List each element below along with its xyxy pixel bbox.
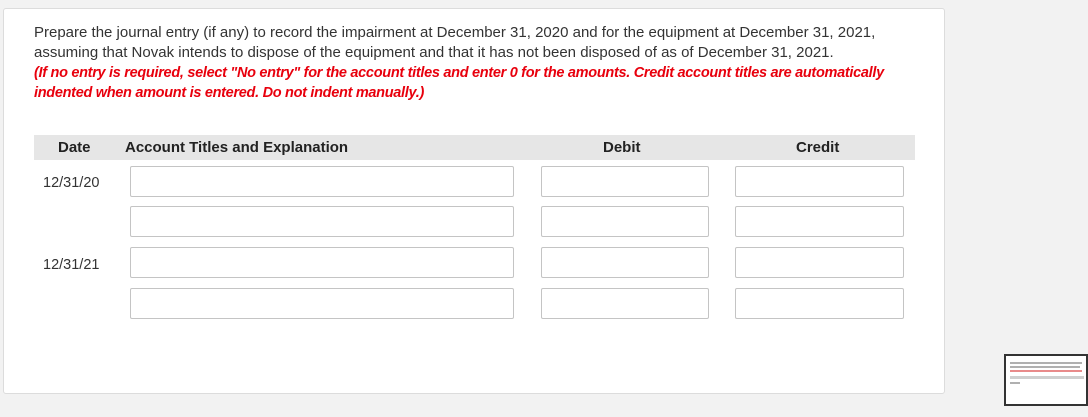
thumbnail-line bbox=[1010, 366, 1080, 368]
journal-table-header: Date Account Titles and Explanation Debi… bbox=[34, 135, 915, 160]
debit-amount-input[interactable] bbox=[541, 166, 709, 197]
credit-amount-input[interactable] bbox=[735, 288, 904, 319]
row-date-label: 12/31/21 bbox=[43, 257, 100, 273]
question-card: Prepare the journal entry (if any) to re… bbox=[3, 8, 945, 394]
instructions-note: (If no entry is required, select "No ent… bbox=[34, 65, 884, 101]
debit-amount-input[interactable] bbox=[541, 247, 709, 278]
credit-amount-input[interactable] bbox=[735, 206, 904, 237]
credit-amount-input[interactable] bbox=[735, 166, 904, 197]
header-credit: Credit bbox=[796, 139, 840, 156]
account-title-input[interactable] bbox=[130, 166, 514, 197]
debit-amount-input[interactable] bbox=[541, 206, 709, 237]
thumbnail-line bbox=[1010, 376, 1084, 379]
page-thumbnail[interactable] bbox=[1004, 354, 1088, 406]
thumbnail-line bbox=[1010, 370, 1082, 372]
instructions: Prepare the journal entry (if any) to re… bbox=[34, 23, 914, 103]
header-debit: Debit bbox=[603, 139, 641, 156]
thumbnail-line bbox=[1010, 362, 1082, 364]
thumbnail-line bbox=[1010, 382, 1020, 384]
header-date: Date bbox=[58, 139, 91, 156]
row-date-label: 12/31/20 bbox=[43, 175, 100, 191]
account-title-input[interactable] bbox=[130, 247, 514, 278]
credit-amount-input[interactable] bbox=[735, 247, 904, 278]
account-title-input[interactable] bbox=[130, 206, 514, 237]
debit-amount-input[interactable] bbox=[541, 288, 709, 319]
header-account-titles: Account Titles and Explanation bbox=[125, 139, 349, 156]
instructions-text: Prepare the journal entry (if any) to re… bbox=[34, 24, 876, 61]
account-title-input[interactable] bbox=[130, 288, 514, 319]
